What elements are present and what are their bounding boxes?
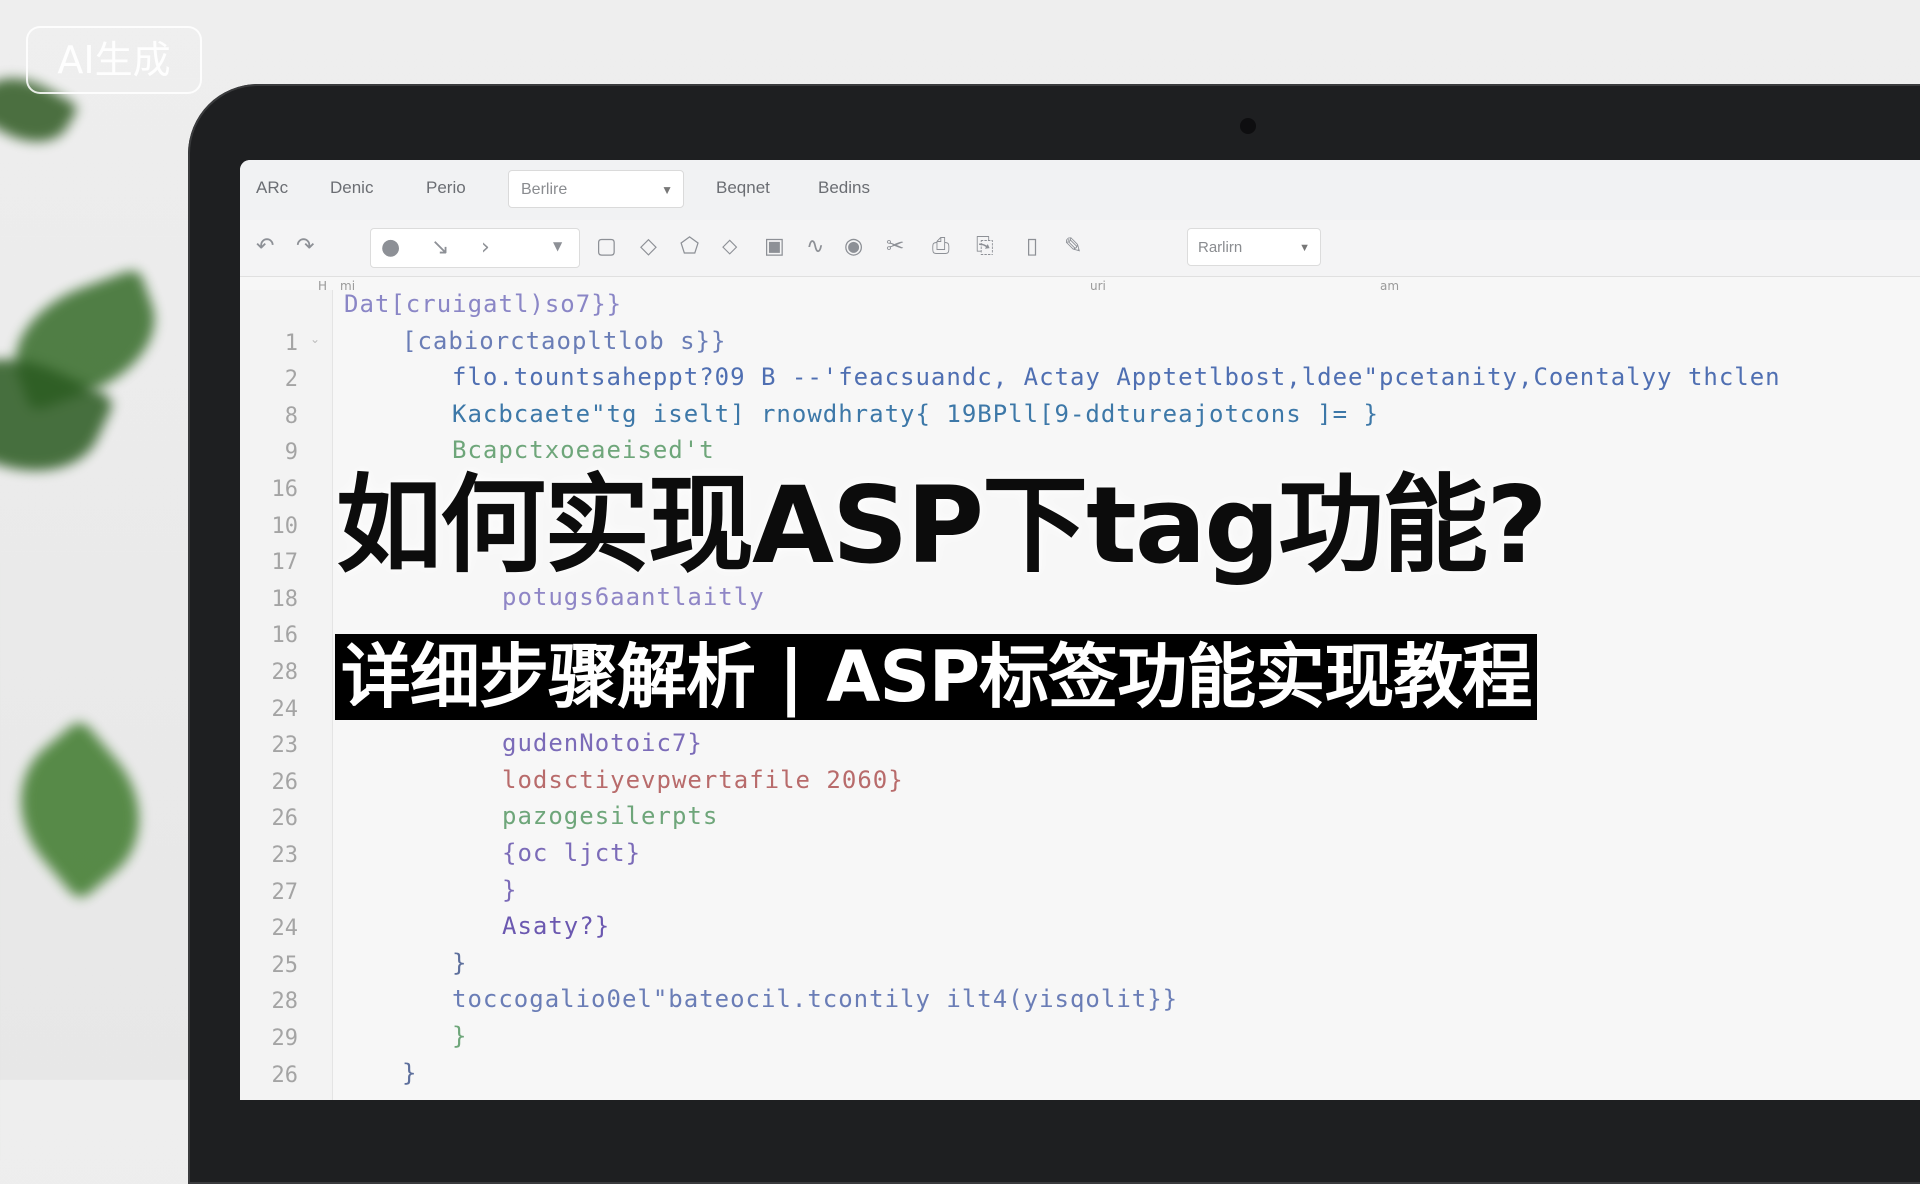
code-line[interactable]: } xyxy=(502,876,517,904)
line-number: 1 xyxy=(284,330,298,356)
menu-bar: ARc Denic Perio Berlire ▼ Beqnet Bedins xyxy=(240,160,1920,221)
chevron-down-icon: ▼ xyxy=(1299,242,1310,254)
menu-item-project[interactable]: Beqnet xyxy=(716,178,770,198)
line-number: 16 xyxy=(271,623,299,649)
line-number: 9 xyxy=(284,440,298,466)
menu-item-build[interactable]: Bedins xyxy=(818,178,870,198)
line-number: 28 xyxy=(271,989,299,1015)
line-number: 16 xyxy=(271,477,299,502)
ai-generated-badge: AI生成 xyxy=(26,26,202,94)
shape-icon[interactable]: ⬠ xyxy=(680,234,699,259)
editor-screen: ARc Denic Perio Berlire ▼ Beqnet Bedins … xyxy=(240,160,1920,1100)
line-number: 24 xyxy=(271,916,299,942)
image-icon[interactable]: ▣ xyxy=(764,234,785,259)
format-icon[interactable]: ⎘ xyxy=(976,234,994,259)
chevron-down-icon: ▼ xyxy=(661,183,673,197)
square-icon[interactable]: ▢ xyxy=(596,234,617,259)
code-line[interactable]: Kacbcaete"tg iselt] rnowdhraty{ 19BPll[9… xyxy=(452,400,1379,428)
toolbar-dropdown[interactable]: Rarlirn ▼ xyxy=(1187,228,1321,266)
printer-icon[interactable]: ⎙ xyxy=(932,234,950,259)
menu-dropdown-value: Berlire xyxy=(521,181,568,198)
code-line[interactable]: } xyxy=(452,1022,467,1050)
code-line[interactable]: Dat[cruigatl)so7}} xyxy=(344,290,622,318)
code-line[interactable]: flo.tountsaheppt?09 B --'feacsuandc, Act… xyxy=(452,363,1781,391)
pointer-icon[interactable]: ↘ xyxy=(431,235,449,260)
redo-icon[interactable]: ↷ xyxy=(296,234,314,259)
line-number: 25 xyxy=(271,952,299,978)
toolbar-dropdown-value: Rarlirn xyxy=(1198,239,1243,256)
line-number: 17 xyxy=(271,550,299,576)
code-line[interactable]: toccogalio0el"bateocil.tcontily ilt4(yis… xyxy=(452,985,1178,1013)
line-number: 28 xyxy=(271,660,299,685)
menu-item-edit[interactable]: Denic xyxy=(330,178,373,198)
camera-dot xyxy=(1240,118,1256,134)
line-number: 24 xyxy=(271,696,299,722)
line-number: 2 xyxy=(284,367,298,393)
menu-item-view[interactable]: Perio xyxy=(426,178,466,198)
fold-chevron-icon[interactable]: ⌄ xyxy=(310,332,320,346)
menu-dropdown[interactable]: Berlire ▼ xyxy=(508,170,684,208)
scissors-icon[interactable]: ✂ xyxy=(886,234,904,259)
edit-icon[interactable]: ✎ xyxy=(1064,234,1082,259)
undo-icon[interactable]: ↶ xyxy=(256,234,274,259)
line-number: 26 xyxy=(271,806,299,832)
line-number: 8 xyxy=(284,403,298,429)
line-number: 27 xyxy=(271,879,299,905)
code-line[interactable]: } xyxy=(452,949,467,977)
line-number: 26 xyxy=(271,769,299,795)
code-line[interactable]: gudenNotoic7} xyxy=(502,729,703,757)
line-number: 10 xyxy=(271,513,299,539)
tag-icon[interactable]: ⬦ xyxy=(722,234,737,259)
code-line[interactable]: } xyxy=(402,1059,417,1087)
chevron-down-icon[interactable]: ▼ xyxy=(553,239,562,253)
menu-item-file[interactable]: ARc xyxy=(256,178,288,198)
line-number: 26 xyxy=(271,1062,299,1088)
line-number: 23 xyxy=(271,733,299,759)
video-subtitle: 详细步骤解析 | ASP标签功能实现教程 xyxy=(335,634,1538,720)
comment-icon[interactable]: ▯ xyxy=(1026,234,1038,259)
video-title: 如何实现ASP下tag功能? xyxy=(336,464,1548,587)
diamond-icon[interactable]: ◇ xyxy=(640,234,657,259)
code-line[interactable]: Asaty?} xyxy=(502,912,610,940)
line-number: 18 xyxy=(271,586,299,612)
wave-icon[interactable]: ∿ xyxy=(806,234,824,259)
code-line[interactable]: pazogesilerpts xyxy=(502,802,718,830)
arrow-icon[interactable]: › xyxy=(481,235,490,260)
circle-icon[interactable]: ◉ xyxy=(844,234,863,259)
code-line[interactable]: lodsctiyevpwertafile 2060} xyxy=(502,766,904,794)
line-number: 29 xyxy=(271,1026,299,1051)
code-line[interactable]: Bcapctxoeaeised't xyxy=(452,436,715,464)
tool-group[interactable]: ● ↘ › ▼ xyxy=(370,228,580,268)
brush-icon[interactable]: ● xyxy=(381,235,400,260)
background-plant xyxy=(0,60,200,1080)
code-line[interactable]: [cabiorctaopltlob s}} xyxy=(402,327,726,355)
toolbar: ↶ ↷ ● ↘ › ▼ ▢ ◇ ⬠ ⬦ ▣ ∿ ◉ ✂ ⎙ ⎘ ▯ ✎ Rarl… xyxy=(240,220,1920,277)
line-number: 23 xyxy=(271,843,299,868)
code-line[interactable]: {oc ljct} xyxy=(502,839,641,867)
